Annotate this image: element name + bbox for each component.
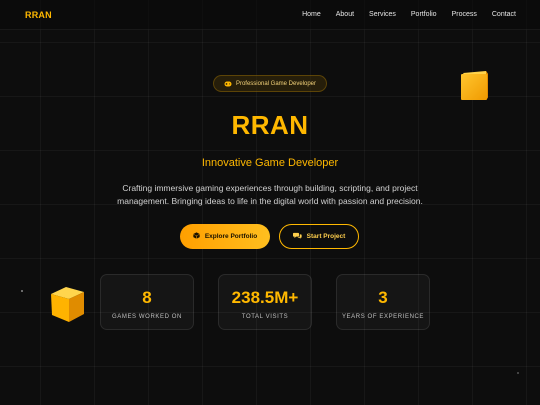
nav-link-contact[interactable]: Contact	[492, 11, 516, 18]
stat-label: GAMES WORKED ON	[111, 314, 182, 320]
stat-card-visits: 238.5M+ TOTAL VISITS	[218, 274, 312, 330]
hero-subtitle: Innovative Game Developer	[201, 157, 339, 169]
nav-links: Home About Services Portfolio Process Co…	[302, 11, 516, 18]
cube-icon	[193, 232, 200, 241]
navbar: RRAN Home About Services Portfolio Proce…	[0, 0, 540, 30]
explore-portfolio-button[interactable]: Explore Portfolio	[180, 224, 270, 249]
floating-cube-icon	[461, 71, 488, 100]
start-project-button[interactable]: Start Project	[279, 224, 359, 249]
badge-label: Professional Game Developer	[235, 80, 317, 87]
stat-value: 8	[142, 288, 152, 307]
nav-link-services[interactable]: Services	[369, 11, 396, 18]
hero-description: Crafting immersive gaming experiences th…	[117, 183, 423, 206]
floating-cube-icon	[51, 287, 84, 322]
stat-card-games: 8 GAMES WORKED ON	[100, 274, 194, 330]
nav-link-home[interactable]: Home	[302, 11, 321, 18]
stat-label: TOTAL VISITS	[241, 314, 289, 320]
nav-link-about[interactable]: About	[336, 11, 354, 18]
nav-link-process[interactable]: Process	[452, 11, 477, 18]
stat-value: 3	[378, 288, 388, 307]
role-badge: Professional Game Developer	[213, 75, 327, 92]
stat-value: 238.5M+	[231, 288, 299, 307]
gamepad-icon	[224, 81, 232, 87]
decorative-dot	[517, 372, 519, 374]
hero-title: RRAN	[231, 110, 309, 140]
decorative-dot	[21, 290, 23, 292]
stat-label: YEARS OF EXPERIENCE	[341, 314, 425, 320]
nav-link-portfolio[interactable]: Portfolio	[411, 11, 437, 18]
chat-icon	[292, 232, 302, 241]
start-project-label: Start Project	[306, 233, 346, 240]
logo[interactable]: RRAN	[25, 10, 52, 20]
explore-portfolio-label: Explore Portfolio	[204, 233, 258, 240]
stat-card-experience: 3 YEARS OF EXPERIENCE	[336, 274, 430, 330]
